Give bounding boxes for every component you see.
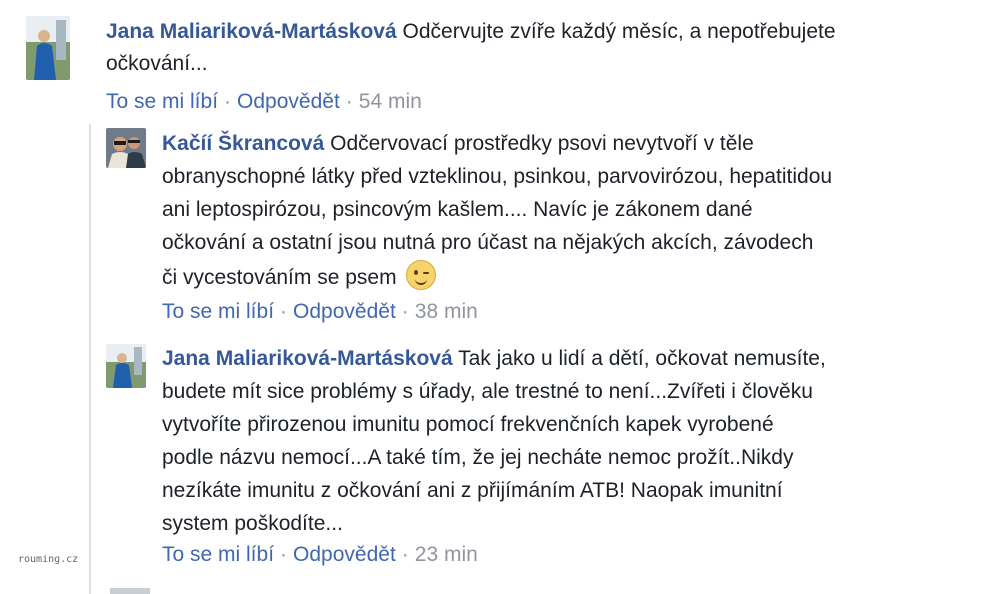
next-avatar-edge — [110, 588, 150, 594]
like-link[interactable]: To se mi líbí — [162, 543, 274, 566]
comment-text-line: nezíkáte imunitu z očkování ani z přijím… — [162, 479, 783, 502]
comment-text-line: budete mít sice problémy s úřady, ale tr… — [162, 380, 813, 403]
comment-text-line: Tak jako u lidí a dětí, očkovat nemusíte… — [458, 347, 826, 370]
separator-dot: · — [280, 300, 288, 323]
like-link[interactable]: To se mi líbí — [162, 300, 274, 323]
avatar-photo-icon — [106, 128, 146, 168]
comment-text-line: ani leptospirózou, psincovým kašlem.... … — [162, 198, 753, 221]
wink-emoji-icon — [406, 260, 437, 290]
comment-body: Kačíí Škrancová Odčervovací prostředky p… — [162, 128, 754, 160]
comment-text-line: očkování... — [106, 52, 208, 75]
comment-text-line: či vycestováním se psem — [162, 266, 397, 289]
comment-timestamp[interactable]: 54 min — [359, 90, 422, 113]
separator-dot: · — [401, 543, 409, 566]
separator-dot: · — [401, 300, 409, 323]
separator-dot: · — [280, 543, 288, 566]
reply-link[interactable]: Odpovědět — [293, 300, 396, 323]
comment-text-line: obranyschopné látky před vzteklinou, psi… — [162, 165, 833, 188]
comment-actions: To se mi líbí · Odpovědět · 54 min — [106, 88, 422, 116]
comment-body: Jana Maliariková-Martásková Odčervujte z… — [106, 16, 836, 48]
comment-text-line-with-emoji: či vycestováním se psem — [162, 260, 437, 294]
comment-text-line: očkování a ostatní jsou nutná pro účast … — [162, 231, 814, 254]
comment-text-line: Odčervujte zvíře každý měsíc, a nepotřeb… — [402, 20, 836, 43]
comment-actions: To se mi líbí · Odpovědět · 23 min — [162, 541, 478, 569]
comment-text-line: Odčervovací prostředky psovi nevytvoří v… — [330, 132, 754, 155]
avatar-photo-icon — [106, 344, 146, 388]
comment-author-link[interactable]: Kačíí Škrancová — [162, 132, 324, 155]
avatar-photo-icon — [26, 16, 70, 80]
comment-text-line: podle názvu nemocí...A také tím, že jej … — [162, 446, 794, 469]
comment-actions: To se mi líbí · Odpovědět · 38 min — [162, 298, 478, 326]
reply-link[interactable]: Odpovědět — [237, 90, 340, 113]
comment-author-link[interactable]: Jana Maliariková-Martásková — [106, 20, 397, 43]
comment-body: Jana Maliariková-Martásková Tak jako u l… — [162, 343, 826, 375]
separator-dot: · — [345, 90, 353, 113]
avatar[interactable] — [106, 128, 146, 168]
comment-timestamp[interactable]: 23 min — [415, 543, 478, 566]
reply-thread-line — [89, 124, 91, 594]
avatar[interactable] — [106, 344, 146, 388]
avatar[interactable] — [26, 16, 70, 80]
comment-timestamp[interactable]: 38 min — [415, 300, 478, 323]
watermark: rouming.cz — [18, 554, 79, 565]
comment-text-line: vytvoříte přirozenou imunitu pomocí frek… — [162, 413, 774, 436]
like-link[interactable]: To se mi líbí — [106, 90, 218, 113]
comment-author-link[interactable]: Jana Maliariková-Martásková — [162, 347, 453, 370]
reply-link[interactable]: Odpovědět — [293, 543, 396, 566]
comment-text-line: system poškodíte... — [162, 512, 343, 535]
separator-dot: · — [224, 90, 232, 113]
